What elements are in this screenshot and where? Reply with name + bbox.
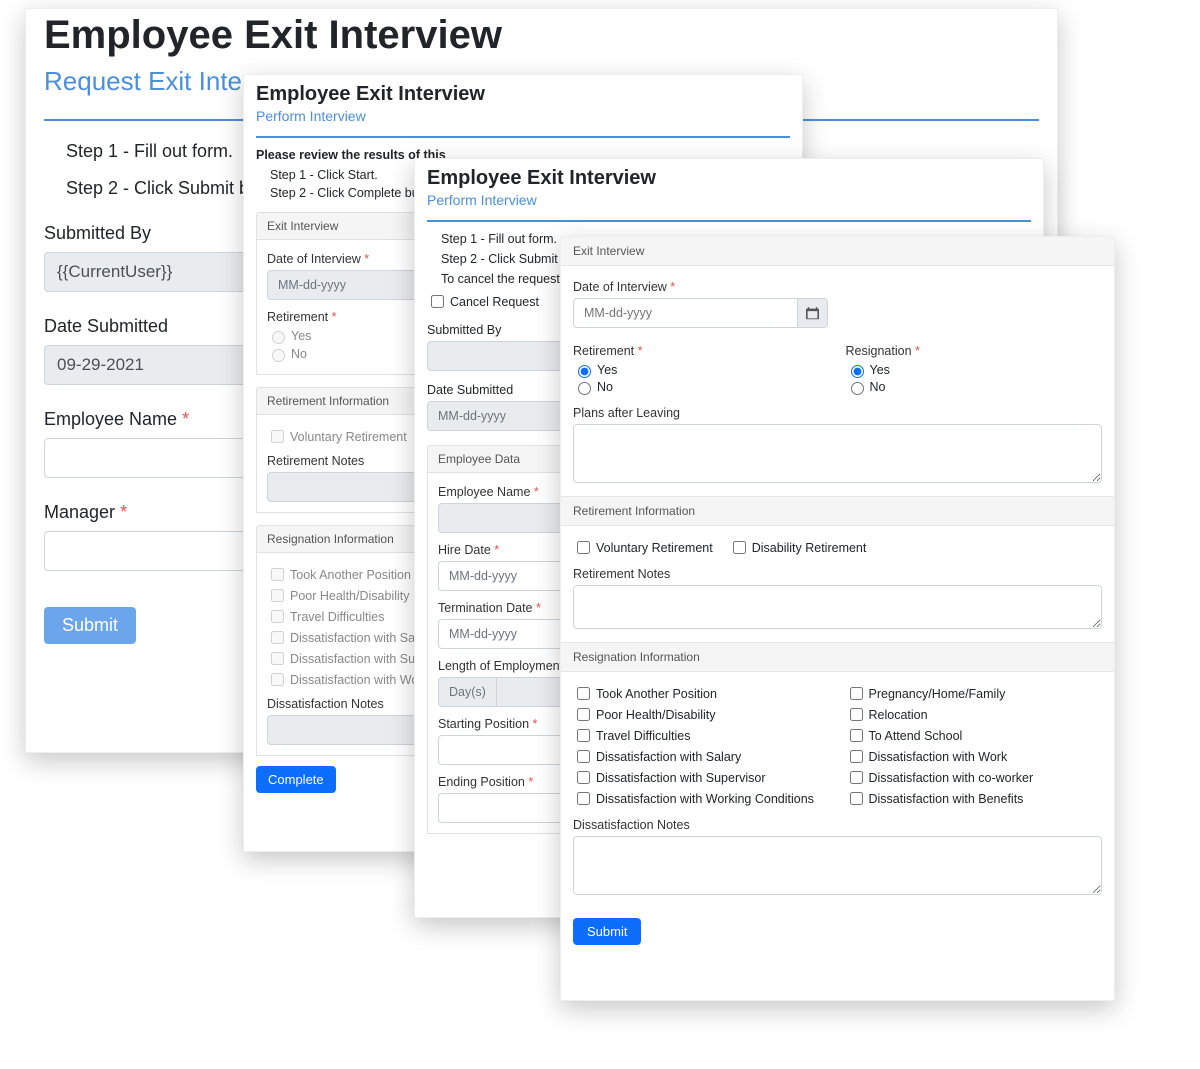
section-body-resignation-info: Took Another Position Poor Health/Disabi… xyxy=(561,672,1114,908)
date-of-interview-label-text: Date of Interview xyxy=(573,280,667,294)
required-marker: * xyxy=(536,601,541,615)
submit-button[interactable]: Submit xyxy=(573,918,641,945)
checkbox-label: Relocation xyxy=(869,708,928,722)
calendar-icon[interactable] xyxy=(798,298,828,328)
required-marker: * xyxy=(638,344,643,358)
plans-after-leaving-label: Plans after Leaving xyxy=(573,406,1102,420)
resignation-option[interactable]: Dissatisfaction with Supervisor xyxy=(573,768,830,787)
date-of-interview-label-text: Date of Interview xyxy=(267,252,361,266)
radio-label: Yes xyxy=(597,363,617,377)
checkbox-label: Dissatisfaction with Supervisor xyxy=(596,771,766,785)
required-marker: * xyxy=(534,485,539,499)
section-body-exit-interview: Date of Interview * Retirement * Yes No xyxy=(561,266,1114,496)
required-marker: * xyxy=(332,310,337,324)
required-marker: * xyxy=(670,280,675,294)
page-title: Employee Exit Interview xyxy=(44,13,1039,58)
checkbox-label: Cancel Request xyxy=(450,295,539,309)
checkbox-label: Travel Difficulties xyxy=(596,729,690,743)
checkbox-label: Took Another Position xyxy=(596,687,717,701)
checkbox-label: Poor Health/Disability xyxy=(290,589,410,603)
radio-label: No xyxy=(597,380,613,394)
checkbox-label: Disability Retirement xyxy=(752,541,867,555)
cancel-request-checkbox-input[interactable] xyxy=(431,295,444,308)
employee-name-label-text: Employee Name xyxy=(44,409,177,429)
ending-position-label-text: Ending Position xyxy=(438,775,525,789)
resignation-option[interactable]: Dissatisfaction with Salary xyxy=(573,747,830,766)
plans-after-leaving-input[interactable] xyxy=(573,424,1102,483)
resignation-option[interactable]: Dissatisfaction with Benefits xyxy=(846,789,1103,808)
termination-date-label-text: Termination Date xyxy=(438,601,533,615)
starting-position-label-text: Starting Position xyxy=(438,717,529,731)
required-marker: * xyxy=(915,344,920,358)
retirement-label-text: Retirement xyxy=(573,344,634,358)
required-marker: * xyxy=(182,409,189,429)
section-body-retirement-info: Voluntary Retirement Disability Retireme… xyxy=(561,526,1114,642)
page-subtitle: Perform Interview xyxy=(427,192,1031,208)
hire-date-label-text: Hire Date xyxy=(438,543,491,557)
date-of-interview-label: Date of Interview * xyxy=(573,280,1102,294)
checkbox-label: Poor Health/Disability xyxy=(596,708,716,722)
resignation-option[interactable]: Dissatisfaction with co-worker xyxy=(846,768,1103,787)
dissatisfaction-notes-input[interactable] xyxy=(573,836,1102,895)
resignation-option[interactable]: Dissatisfaction with Working Conditions xyxy=(573,789,830,808)
section-header-exit-interview: Exit Interview xyxy=(561,237,1114,266)
disability-retirement-checkbox[interactable]: Disability Retirement xyxy=(729,538,867,557)
resignation-option[interactable]: To Attend School xyxy=(846,726,1103,745)
panel-exit-interview-main: Exit Interview Date of Interview * Retir… xyxy=(560,236,1115,1001)
retirement-yes-radio[interactable]: Yes xyxy=(573,362,830,378)
checkbox-label: Dissatisfaction with Work xyxy=(869,750,1008,764)
required-marker: * xyxy=(364,252,369,266)
retirement-label-text: Retirement xyxy=(267,310,328,324)
date-of-interview-input: MM-dd-yyyy xyxy=(267,270,437,300)
checkbox-label: Took Another Position xyxy=(290,568,411,582)
radio-label: Yes xyxy=(870,363,890,377)
checkbox-label: Dissatisfaction with Benefits xyxy=(869,792,1024,806)
retirement-notes-input[interactable] xyxy=(573,585,1102,629)
complete-button[interactable]: Complete xyxy=(256,766,336,793)
section-header-retirement-info: Retirement Information xyxy=(561,496,1114,526)
retirement-notes-label: Retirement Notes xyxy=(573,567,1102,581)
resignation-yes-radio[interactable]: Yes xyxy=(846,362,1103,378)
length-unit-addon: Day(s) xyxy=(438,677,496,707)
resignation-option[interactable]: Pregnancy/Home/Family xyxy=(846,684,1103,703)
checkbox-label: Dissatisfaction with Working Conditions xyxy=(596,792,814,806)
required-marker: * xyxy=(494,543,499,557)
resignation-label: Resignation * xyxy=(846,344,1103,358)
date-of-interview-input[interactable] xyxy=(573,298,798,328)
resignation-no-radio[interactable]: No xyxy=(846,379,1103,395)
submit-button[interactable]: Submit xyxy=(44,607,136,644)
section-header-resignation-info: Resignation Information xyxy=(561,642,1114,672)
checkbox-label: To Attend School xyxy=(869,729,963,743)
page-title: Employee Exit Interview xyxy=(427,167,1031,190)
resignation-option[interactable]: Took Another Position xyxy=(573,684,830,703)
radio-label: Yes xyxy=(291,329,311,343)
manager-label-text: Manager xyxy=(44,502,115,522)
dissatisfaction-notes-label: Dissatisfaction Notes xyxy=(573,818,1102,832)
divider xyxy=(256,136,790,138)
resignation-option[interactable]: Dissatisfaction with Work xyxy=(846,747,1103,766)
checkbox-label: Dissatisfaction with Salary xyxy=(596,750,741,764)
resignation-label-text: Resignation xyxy=(846,344,912,358)
checkbox-label: Voluntary Retirement xyxy=(596,541,713,555)
page-title: Employee Exit Interview xyxy=(256,83,790,106)
resignation-option[interactable]: Poor Health/Disability xyxy=(573,705,830,724)
radio-label: No xyxy=(870,380,886,394)
checkbox-label: Travel Difficulties xyxy=(290,610,384,624)
divider xyxy=(427,220,1031,222)
required-marker: * xyxy=(533,717,538,731)
checkbox-label: Voluntary Retirement xyxy=(290,430,407,444)
checkbox-label: Pregnancy/Home/Family xyxy=(869,687,1006,701)
employee-name-label-text: Employee Name xyxy=(438,485,530,499)
required-marker: * xyxy=(528,775,533,789)
voluntary-retirement-checkbox[interactable]: Voluntary Retirement xyxy=(573,538,713,557)
page-subtitle: Perform Interview xyxy=(256,108,790,124)
retirement-no-radio[interactable]: No xyxy=(573,379,830,395)
retirement-label: Retirement * xyxy=(573,344,830,358)
checkbox-label: Dissatisfaction with co-worker xyxy=(869,771,1034,785)
resignation-option[interactable]: Relocation xyxy=(846,705,1103,724)
radio-label: No xyxy=(291,347,307,361)
resignation-option[interactable]: Travel Difficulties xyxy=(573,726,830,745)
required-marker: * xyxy=(120,502,127,522)
date-of-interview-group xyxy=(573,298,828,328)
